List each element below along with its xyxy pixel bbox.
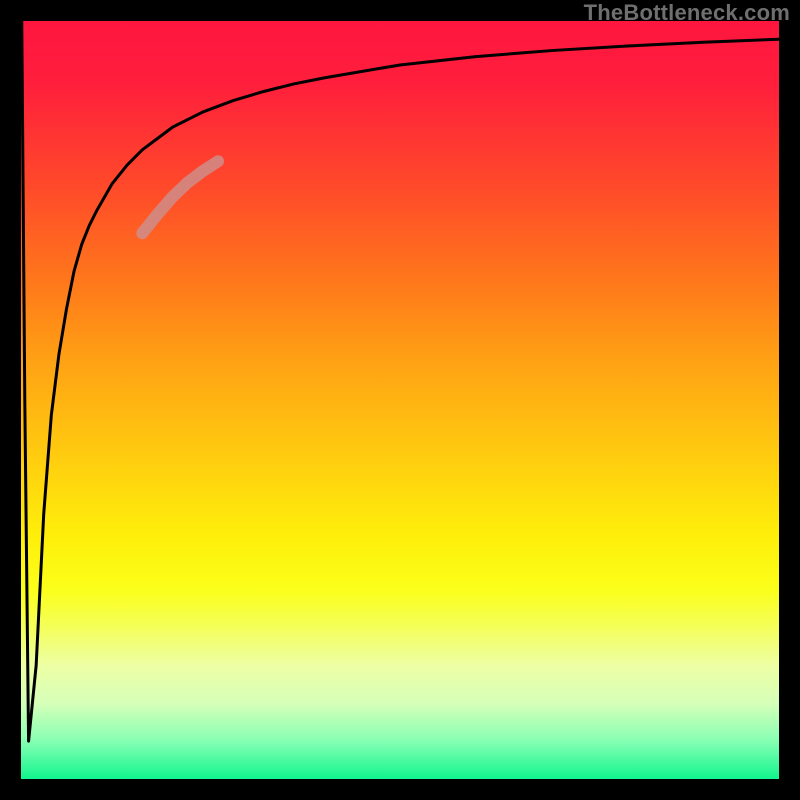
highlight-segment <box>142 161 218 233</box>
curve-layer <box>21 21 779 779</box>
plot-area <box>21 21 779 779</box>
bottleneck-curve <box>22 21 779 741</box>
chart-frame: TheBottleneck.com <box>0 0 800 800</box>
watermark-text: TheBottleneck.com <box>584 0 790 26</box>
